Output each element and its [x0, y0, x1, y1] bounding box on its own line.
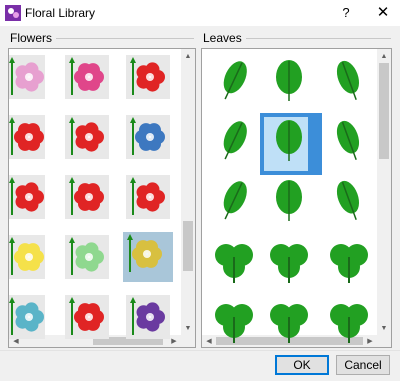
pointed-leaf-icon: [336, 60, 360, 100]
leaf-item[interactable]: [209, 235, 259, 285]
blue-clematis-icon: [130, 117, 165, 155]
curved-leaf-icon: [336, 120, 360, 160]
flower-item[interactable]: [9, 55, 45, 99]
shamrock-leaf-icon: [270, 304, 308, 343]
leaf-item[interactable]: [324, 295, 374, 345]
ivy-leaf-icon: [270, 244, 308, 283]
flower-item[interactable]: [126, 175, 170, 219]
red-camellia-icon: [9, 177, 44, 215]
flower-item[interactable]: [65, 115, 109, 159]
flowers-vertical-thumb[interactable]: [183, 221, 193, 271]
lance-leaf-icon: [276, 120, 302, 161]
leaves-vertical-thumb[interactable]: [379, 63, 389, 159]
scroll-up-icon[interactable]: ▲: [181, 53, 195, 60]
broad-leaf-icon: [276, 60, 302, 101]
close-button[interactable]: ✕: [366, 0, 400, 26]
leaf-item[interactable]: [264, 235, 314, 285]
leaf-item[interactable]: [324, 175, 374, 225]
red-swirl-flower-icon: [69, 297, 104, 335]
teal-ornament-icon: [9, 297, 44, 335]
leaf-item[interactable]: [264, 55, 314, 105]
leaf-item[interactable]: [324, 115, 374, 165]
flower-item[interactable]: [9, 115, 45, 159]
palm-leaf-icon: [336, 180, 360, 220]
help-button[interactable]: ?: [326, 0, 366, 26]
clover-leaf-icon: [215, 304, 253, 343]
red-poppy-icon: [69, 117, 104, 155]
flowers-scroll-corner: [181, 335, 195, 347]
leaf-item[interactable]: [264, 115, 314, 165]
leaf-item[interactable]: [324, 55, 374, 105]
flower-item[interactable]: [126, 55, 170, 99]
flower-item[interactable]: [65, 235, 109, 279]
flower-item[interactable]: [65, 55, 109, 99]
leaf-item[interactable]: [209, 115, 259, 165]
heart-leaf-icon: [215, 244, 253, 283]
flower-item[interactable]: [9, 295, 45, 339]
flowers-vertical-scrollbar[interactable]: ▲ ▼: [181, 49, 195, 335]
lobed-leaf-icon: [223, 181, 247, 220]
red-carnation-icon: [130, 57, 165, 95]
flower-item[interactable]: [65, 295, 109, 339]
leaf-item[interactable]: [209, 295, 259, 345]
leaves-group-label: Leaves: [203, 31, 246, 45]
flower-item[interactable]: [9, 175, 45, 219]
long-leaf-icon: [276, 180, 302, 221]
footer-separator: [0, 350, 400, 351]
window-title: Floral Library: [25, 6, 96, 20]
flower-item[interactable]: [65, 175, 109, 219]
cancel-button[interactable]: Cancel: [336, 355, 390, 375]
green-seedhead-icon: [69, 237, 104, 275]
narrow-leaf-icon: [223, 121, 247, 160]
flower-item[interactable]: [126, 295, 170, 339]
ok-button[interactable]: OK: [275, 355, 329, 375]
leaf-item[interactable]: [264, 295, 314, 345]
yellow-periwinkle-icon: [127, 234, 162, 272]
red-rose-icon: [69, 177, 104, 215]
scroll-down-icon[interactable]: ▼: [377, 325, 391, 332]
scroll-down-icon[interactable]: ▼: [181, 325, 195, 332]
purple-lily-icon: [130, 297, 165, 335]
leaf-item[interactable]: [209, 55, 259, 105]
flower-item[interactable]: [9, 235, 45, 279]
flower-item[interactable]: [126, 115, 170, 159]
pink-daisy-icon: [9, 57, 44, 95]
pink-hibiscus-icon: [69, 57, 104, 95]
app-flower-icon: [5, 5, 21, 21]
scroll-up-icon[interactable]: ▲: [377, 53, 391, 60]
flowers-list[interactable]: ▲ ▼ ◀ ▶: [8, 48, 196, 348]
flowers-group-label: Flowers: [10, 31, 57, 45]
flower-item[interactable]: [123, 232, 173, 282]
trefoil-leaf-icon: [330, 304, 368, 343]
leaves-list[interactable]: ▲ ▼ ◀ ▶: [201, 48, 392, 348]
leaf-item[interactable]: [209, 175, 259, 225]
leaves-vertical-scrollbar[interactable]: ▲ ▼: [377, 49, 391, 335]
red-hibiscus-icon: [9, 117, 44, 155]
leaves-scroll-corner: [377, 335, 391, 347]
yellow-dandelion-icon: [9, 237, 44, 275]
leaf-item[interactable]: [264, 175, 314, 225]
maple-leaf-icon: [330, 244, 368, 283]
oval-leaf-icon: [223, 61, 247, 100]
leaf-item[interactable]: [324, 235, 374, 285]
red-ranunculus-icon: [130, 177, 165, 215]
title-bar: Floral Library ? ✕: [0, 0, 400, 26]
